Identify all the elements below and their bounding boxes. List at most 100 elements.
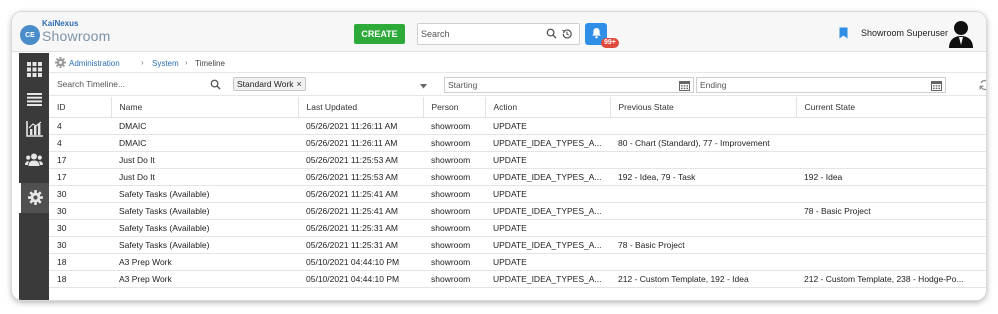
search-icon[interactable] [210, 79, 221, 92]
starting-date-input[interactable] [448, 80, 648, 90]
user-name[interactable]: Showroom Superuser [861, 28, 948, 38]
cell-name: Safety Tasks (Available) [111, 185, 298, 203]
cell-action: UPDATE [485, 219, 610, 237]
cell-current-state [796, 185, 986, 203]
sidebar-item-people[interactable] [19, 145, 49, 175]
cell-name: Safety Tasks (Available) [111, 219, 298, 237]
column-header-id[interactable]: ID [49, 97, 112, 118]
cell-last-updated: 05/10/2021 04:44:10 PM [298, 270, 423, 288]
cell-last-updated: 05/26/2021 11:25:53 AM [298, 151, 423, 169]
tag-chip: Standard Work × [233, 77, 306, 91]
cell-action: UPDATE_IDEA_TYPES_A... [485, 236, 610, 254]
logo-brand: KaiNexus [42, 19, 79, 28]
avatar[interactable] [948, 18, 974, 48]
ending-date-input[interactable] [700, 80, 900, 90]
table-row[interactable]: 17 Just Do It 05/26/2021 11:25:53 AM sho… [49, 151, 986, 169]
cell-action: UPDATE_IDEA_TYPES_A... [485, 270, 610, 288]
cell-last-updated: 05/26/2021 11:25:31 AM [298, 219, 423, 237]
table-row[interactable]: 30 Safety Tasks (Available) 05/26/2021 1… [49, 219, 986, 237]
cell-action: UPDATE [485, 117, 610, 135]
cell-current-state: 192 - Idea [796, 168, 986, 186]
create-button[interactable]: CREATE [354, 24, 405, 44]
cell-action: UPDATE [485, 151, 610, 169]
breadcrumb: Administration › System › Timeline [49, 53, 986, 73]
cell-last-updated: 05/26/2021 11:26:11 AM [298, 134, 423, 152]
column-header-last-updated[interactable]: Last Updated [298, 97, 424, 118]
close-icon[interactable]: × [297, 78, 302, 90]
table-row[interactable]: 18 A3 Prep Work 05/10/2021 04:44:10 PM s… [49, 270, 986, 288]
table-row[interactable]: 18 A3 Prep Work 05/10/2021 04:44:10 PM s… [49, 253, 986, 271]
breadcrumb-timeline: Timeline [195, 59, 225, 68]
cell-id: 30 [49, 236, 111, 254]
breadcrumb-system[interactable]: System [152, 59, 179, 68]
cell-previous-state: 78 - Basic Project [610, 236, 796, 254]
bell-icon [591, 27, 602, 41]
tag-filter-select[interactable]: Standard Work × [233, 77, 429, 93]
cell-last-updated: 05/26/2021 11:26:11 AM [298, 117, 423, 135]
breadcrumb-administration[interactable]: Administration [69, 59, 120, 68]
cell-person: showroom [423, 202, 485, 220]
cell-name: A3 Prep Work [111, 253, 298, 271]
cell-previous-state [610, 185, 796, 203]
cell-current-state [796, 253, 986, 271]
caret-down-icon[interactable] [420, 81, 427, 91]
ending-date-field [696, 77, 946, 93]
cell-person: showroom [423, 117, 485, 135]
table-row[interactable]: 30 Safety Tasks (Available) 05/26/2021 1… [49, 202, 986, 220]
table-row[interactable]: 4 DMAIC 05/26/2021 11:26:11 AM showroom … [49, 134, 986, 152]
column-header-name[interactable]: Name [111, 97, 299, 118]
table-row[interactable]: 4 DMAIC 05/26/2021 11:26:11 AM showroom … [49, 117, 986, 135]
column-header-previous-state[interactable]: Previous State [610, 97, 797, 118]
cell-current-state [796, 219, 986, 237]
cell-previous-state [610, 117, 796, 135]
tag-chip-label: Standard Work [237, 79, 294, 89]
cell-person: showroom [423, 236, 485, 254]
grid-icon [26, 61, 42, 79]
cell-last-updated: 05/26/2021 11:25:31 AM [298, 236, 423, 254]
gear-icon [27, 189, 43, 207]
cell-id: 17 [49, 151, 111, 169]
refresh-icon[interactable] [979, 79, 986, 93]
sidebar-item-list[interactable] [19, 85, 49, 115]
global-search [417, 23, 580, 45]
cell-id: 30 [49, 219, 111, 237]
column-header-person[interactable]: Person [423, 97, 486, 118]
calendar-icon[interactable] [679, 80, 690, 93]
cell-id: 30 [49, 185, 111, 203]
sidebar-item-settings[interactable] [19, 183, 49, 213]
cell-id: 30 [49, 202, 111, 220]
cell-previous-state: 192 - Idea, 79 - Task [610, 168, 796, 186]
history-icon[interactable] [561, 28, 573, 42]
table-row[interactable]: 30 Safety Tasks (Available) 05/26/2021 1… [49, 185, 986, 203]
cell-previous-state: 212 - Custom Template, 192 - Idea [610, 270, 796, 288]
logo-badge: CE [20, 25, 40, 45]
cell-name: A3 Prep Work [111, 270, 298, 288]
cell-previous-state: 80 - Chart (Standard), 77 - Improvement [610, 134, 796, 152]
chevron-right-icon: › [141, 58, 144, 67]
column-header-action[interactable]: Action [485, 97, 611, 118]
cell-last-updated: 05/26/2021 11:25:41 AM [298, 185, 423, 203]
cell-id: 18 [49, 270, 111, 288]
bookmark-icon[interactable] [839, 27, 848, 41]
global-search-input[interactable] [421, 27, 536, 41]
cell-current-state: 78 - Basic Project [796, 202, 986, 220]
timeline-search [57, 77, 223, 93]
cell-name: Just Do It [111, 151, 298, 169]
table-header-row: ID Name Last Updated Person Action Previ… [49, 97, 986, 118]
app-logo[interactable]: CE KaiNexus Showroom [20, 19, 140, 47]
timeline-search-input[interactable] [57, 79, 207, 89]
sidebar-item-reports[interactable] [19, 115, 49, 145]
cell-current-state [796, 151, 986, 169]
search-icon[interactable] [546, 28, 557, 41]
sidebar-item-dashboard[interactable] [19, 55, 49, 85]
cell-last-updated: 05/26/2021 11:25:53 AM [298, 168, 423, 186]
cell-person: showroom [423, 168, 485, 186]
cell-person: showroom [423, 253, 485, 271]
logo-product: Showroom [42, 28, 111, 44]
table-row[interactable]: 17 Just Do It 05/26/2021 11:25:53 AM sho… [49, 168, 986, 186]
cell-name: Safety Tasks (Available) [111, 236, 298, 254]
cell-person: showroom [423, 219, 485, 237]
column-header-current-state[interactable]: Current State [796, 97, 986, 118]
table-row[interactable]: 30 Safety Tasks (Available) 05/26/2021 1… [49, 236, 986, 254]
calendar-icon[interactable] [931, 80, 942, 93]
